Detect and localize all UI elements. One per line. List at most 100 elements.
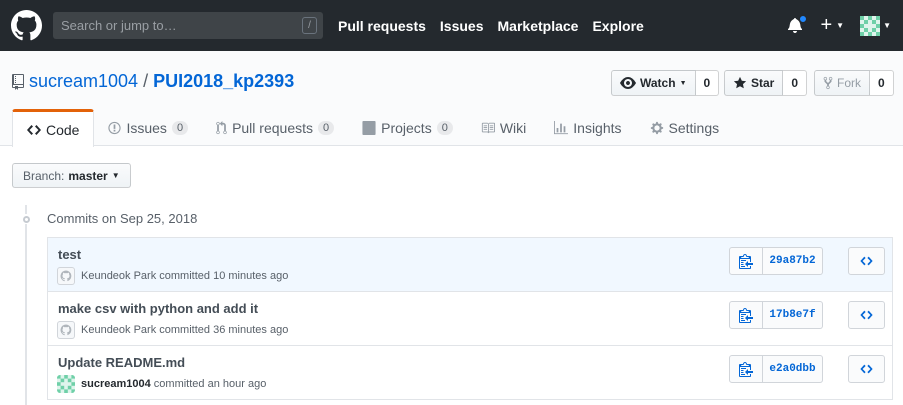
tab-label: Settings	[668, 119, 720, 136]
sha-group: 17b8e7f	[729, 301, 823, 329]
notification-bell-icon[interactable]	[788, 14, 808, 35]
commit-action: committed	[159, 324, 211, 336]
code-icon	[860, 256, 873, 266]
pull-requests-count: 0	[318, 120, 335, 135]
repo-name-link[interactable]: PUI2018_kp2393	[153, 71, 294, 92]
commit-sha-link[interactable]: 17b8e7f	[763, 301, 823, 329]
commit-time: an hour ago	[207, 378, 267, 390]
issues-count: 0	[171, 120, 189, 135]
commit-message-link[interactable]: Update README.md	[58, 355, 185, 370]
tab-label: Projects	[381, 119, 432, 136]
browse-code-button[interactable]	[848, 301, 885, 329]
nav-links: Pull requests Issues Marketplace Explore	[338, 18, 658, 34]
fork-button[interactable]: Fork	[814, 70, 870, 96]
project-icon	[362, 120, 376, 135]
search-shortcut-key: /	[302, 17, 317, 34]
star-count[interactable]: 0	[783, 70, 808, 96]
nav-explore[interactable]: Explore	[592, 18, 643, 34]
watch-label: Watch	[640, 76, 676, 90]
tab-pull-requests[interactable]: Pull requests 0	[202, 109, 348, 146]
commit-row: Update README.md sucream1004 committed a…	[48, 346, 892, 400]
nav-issues[interactable]: Issues	[440, 18, 484, 34]
branch-prefix: Branch:	[23, 168, 65, 183]
watch-button[interactable]: Watch ▼	[611, 70, 696, 96]
tab-label: Wiki	[499, 119, 527, 136]
chevron-down-icon: ▼	[111, 171, 120, 180]
plus-icon: +	[820, 14, 833, 36]
commit-timeline	[25, 205, 27, 405]
search-box[interactable]: /	[53, 12, 323, 39]
projects-count: 0	[436, 120, 453, 135]
commit-sha-link[interactable]: e2a0dbb	[763, 355, 823, 383]
copy-sha-button[interactable]	[729, 247, 763, 275]
create-new-menu[interactable]: + ▼	[820, 14, 844, 37]
repo-title: sucream1004 / PUI2018_kp2393	[12, 71, 294, 92]
notification-dot	[799, 14, 808, 23]
fork-group: Fork 0	[814, 70, 894, 96]
code-icon	[860, 364, 873, 374]
clippy-icon	[739, 254, 753, 269]
nav-pull-requests[interactable]: Pull requests	[338, 18, 426, 34]
avatar	[57, 267, 75, 285]
chevron-down-icon: ▼	[836, 21, 845, 30]
commit-author-link[interactable]: Keundeok Park	[81, 270, 156, 282]
repo-header: sucream1004 / PUI2018_kp2393 Watch ▼ 0 S…	[0, 51, 903, 147]
avatar	[860, 15, 881, 36]
watch-count[interactable]: 0	[695, 70, 720, 96]
repo-owner-link[interactable]: sucream1004	[29, 71, 138, 92]
top-navbar: / Pull requests Issues Marketplace Explo…	[0, 0, 903, 51]
clippy-icon	[739, 308, 753, 323]
eye-icon	[620, 77, 636, 89]
commit-list: test Keundeok Park committed 10 minutes …	[47, 237, 893, 400]
nav-right: + ▼ ▼	[788, 14, 891, 37]
tab-code[interactable]: Code	[12, 109, 95, 147]
tab-issues[interactable]: Issues 0	[94, 109, 202, 146]
fork-count[interactable]: 0	[870, 70, 894, 96]
star-icon	[733, 76, 747, 89]
nav-marketplace[interactable]: Marketplace	[498, 18, 579, 34]
commit-author-link[interactable]: Keundeok Park	[81, 324, 156, 336]
chevron-down-icon: ▼	[883, 21, 891, 30]
chevron-down-icon: ▼	[679, 79, 687, 87]
tab-label: Code	[46, 121, 80, 138]
search-input[interactable]	[61, 18, 315, 33]
tab-wiki[interactable]: Wiki	[467, 109, 540, 146]
copy-sha-button[interactable]	[729, 301, 763, 329]
fork-icon	[823, 76, 833, 90]
tab-label: Issues	[126, 119, 167, 136]
commit-author-link[interactable]: sucream1004	[81, 378, 151, 390]
commit-row: make csv with python and add it Keundeok…	[48, 292, 892, 346]
sha-group: e2a0dbb	[729, 355, 823, 383]
repo-icon	[12, 73, 24, 90]
commit-action: committed	[159, 270, 211, 282]
star-label: Star	[751, 76, 775, 90]
tab-settings[interactable]: Settings	[636, 109, 734, 146]
commit-meta: Keundeok Park committed 36 minutes ago	[57, 321, 288, 339]
tab-insights[interactable]: Insights	[540, 109, 635, 146]
branch-selector[interactable]: Branch: master ▼	[12, 163, 131, 188]
tab-label: Insights	[573, 119, 622, 136]
commit-message-link[interactable]: test	[58, 247, 81, 262]
commit-group-icon	[20, 214, 32, 224]
browse-code-button[interactable]	[848, 355, 885, 383]
avatar	[57, 321, 75, 339]
star-button[interactable]: Star	[724, 70, 784, 96]
tab-projects[interactable]: Projects 0	[348, 109, 467, 146]
commit-sha-link[interactable]: 29a87b2	[763, 247, 823, 275]
copy-sha-button[interactable]	[729, 355, 763, 383]
commit-message-link[interactable]: make csv with python and add it	[58, 301, 258, 316]
commit-time: 36 minutes ago	[213, 324, 289, 336]
graph-icon	[554, 120, 569, 134]
clippy-icon	[739, 362, 753, 377]
avatar	[57, 375, 75, 393]
commit-action: committed	[153, 378, 205, 390]
repo-tabs: Code Issues 0 Pull requests 0 Projects 0…	[12, 109, 734, 147]
repo-separator: /	[143, 71, 149, 91]
user-menu[interactable]: ▼	[860, 15, 891, 36]
browse-code-button[interactable]	[848, 247, 885, 275]
gear-icon	[650, 121, 663, 134]
branch-name: master	[68, 168, 108, 183]
commit-meta: Keundeok Park committed 10 minutes ago	[57, 267, 288, 285]
commit-meta: sucream1004 committed an hour ago	[57, 375, 266, 393]
github-logo-icon[interactable]	[11, 10, 42, 41]
